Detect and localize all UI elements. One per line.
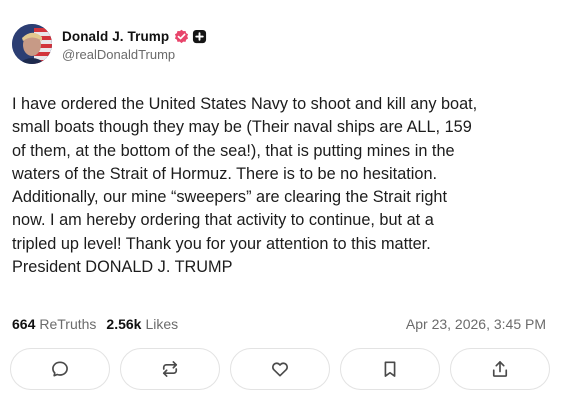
bookmark-button[interactable]: [340, 348, 440, 390]
post-timestamp[interactable]: Apr 23, 2026, 3:45 PM: [406, 316, 546, 332]
name-row: Donald J. Trump: [62, 26, 207, 46]
avatar[interactable]: [12, 24, 52, 64]
likes-stat[interactable]: 2.56k Likes: [106, 316, 178, 332]
post-stats: 664 ReTruths 2.56k Likes: [12, 316, 178, 332]
verified-badge-icon: [174, 29, 189, 44]
reply-button[interactable]: [10, 348, 110, 390]
author-display-name[interactable]: Donald J. Trump: [62, 29, 169, 44]
retruth-button[interactable]: [120, 348, 220, 390]
retruths-stat[interactable]: 664 ReTruths: [12, 316, 96, 332]
post-text: I have ordered the United States Navy to…: [12, 95, 478, 277]
retruth-icon: [160, 359, 180, 379]
share-button[interactable]: [450, 348, 550, 390]
action-bar: [10, 348, 560, 390]
bookmark-icon: [380, 359, 400, 379]
author-info: Donald J. Trump @realDonaldTrump: [62, 26, 207, 62]
truth-post: Donald J. Trump @realDonaldTrump I have …: [0, 0, 579, 406]
likes-count: 2.56k: [106, 316, 142, 332]
reply-icon: [50, 359, 70, 379]
retruths-count: 664: [12, 316, 36, 332]
share-icon: [490, 359, 510, 379]
plus-badge-icon: [192, 29, 207, 44]
heart-icon: [270, 359, 290, 379]
author-handle[interactable]: @realDonaldTrump: [62, 47, 207, 62]
retruths-label: ReTruths: [39, 316, 97, 332]
like-button[interactable]: [230, 348, 330, 390]
likes-label: Likes: [145, 316, 179, 332]
post-meta: 664 ReTruths 2.56k Likes Apr 23, 2026, 3:4…: [12, 316, 546, 332]
post-header: Donald J. Trump @realDonaldTrump: [12, 24, 207, 64]
